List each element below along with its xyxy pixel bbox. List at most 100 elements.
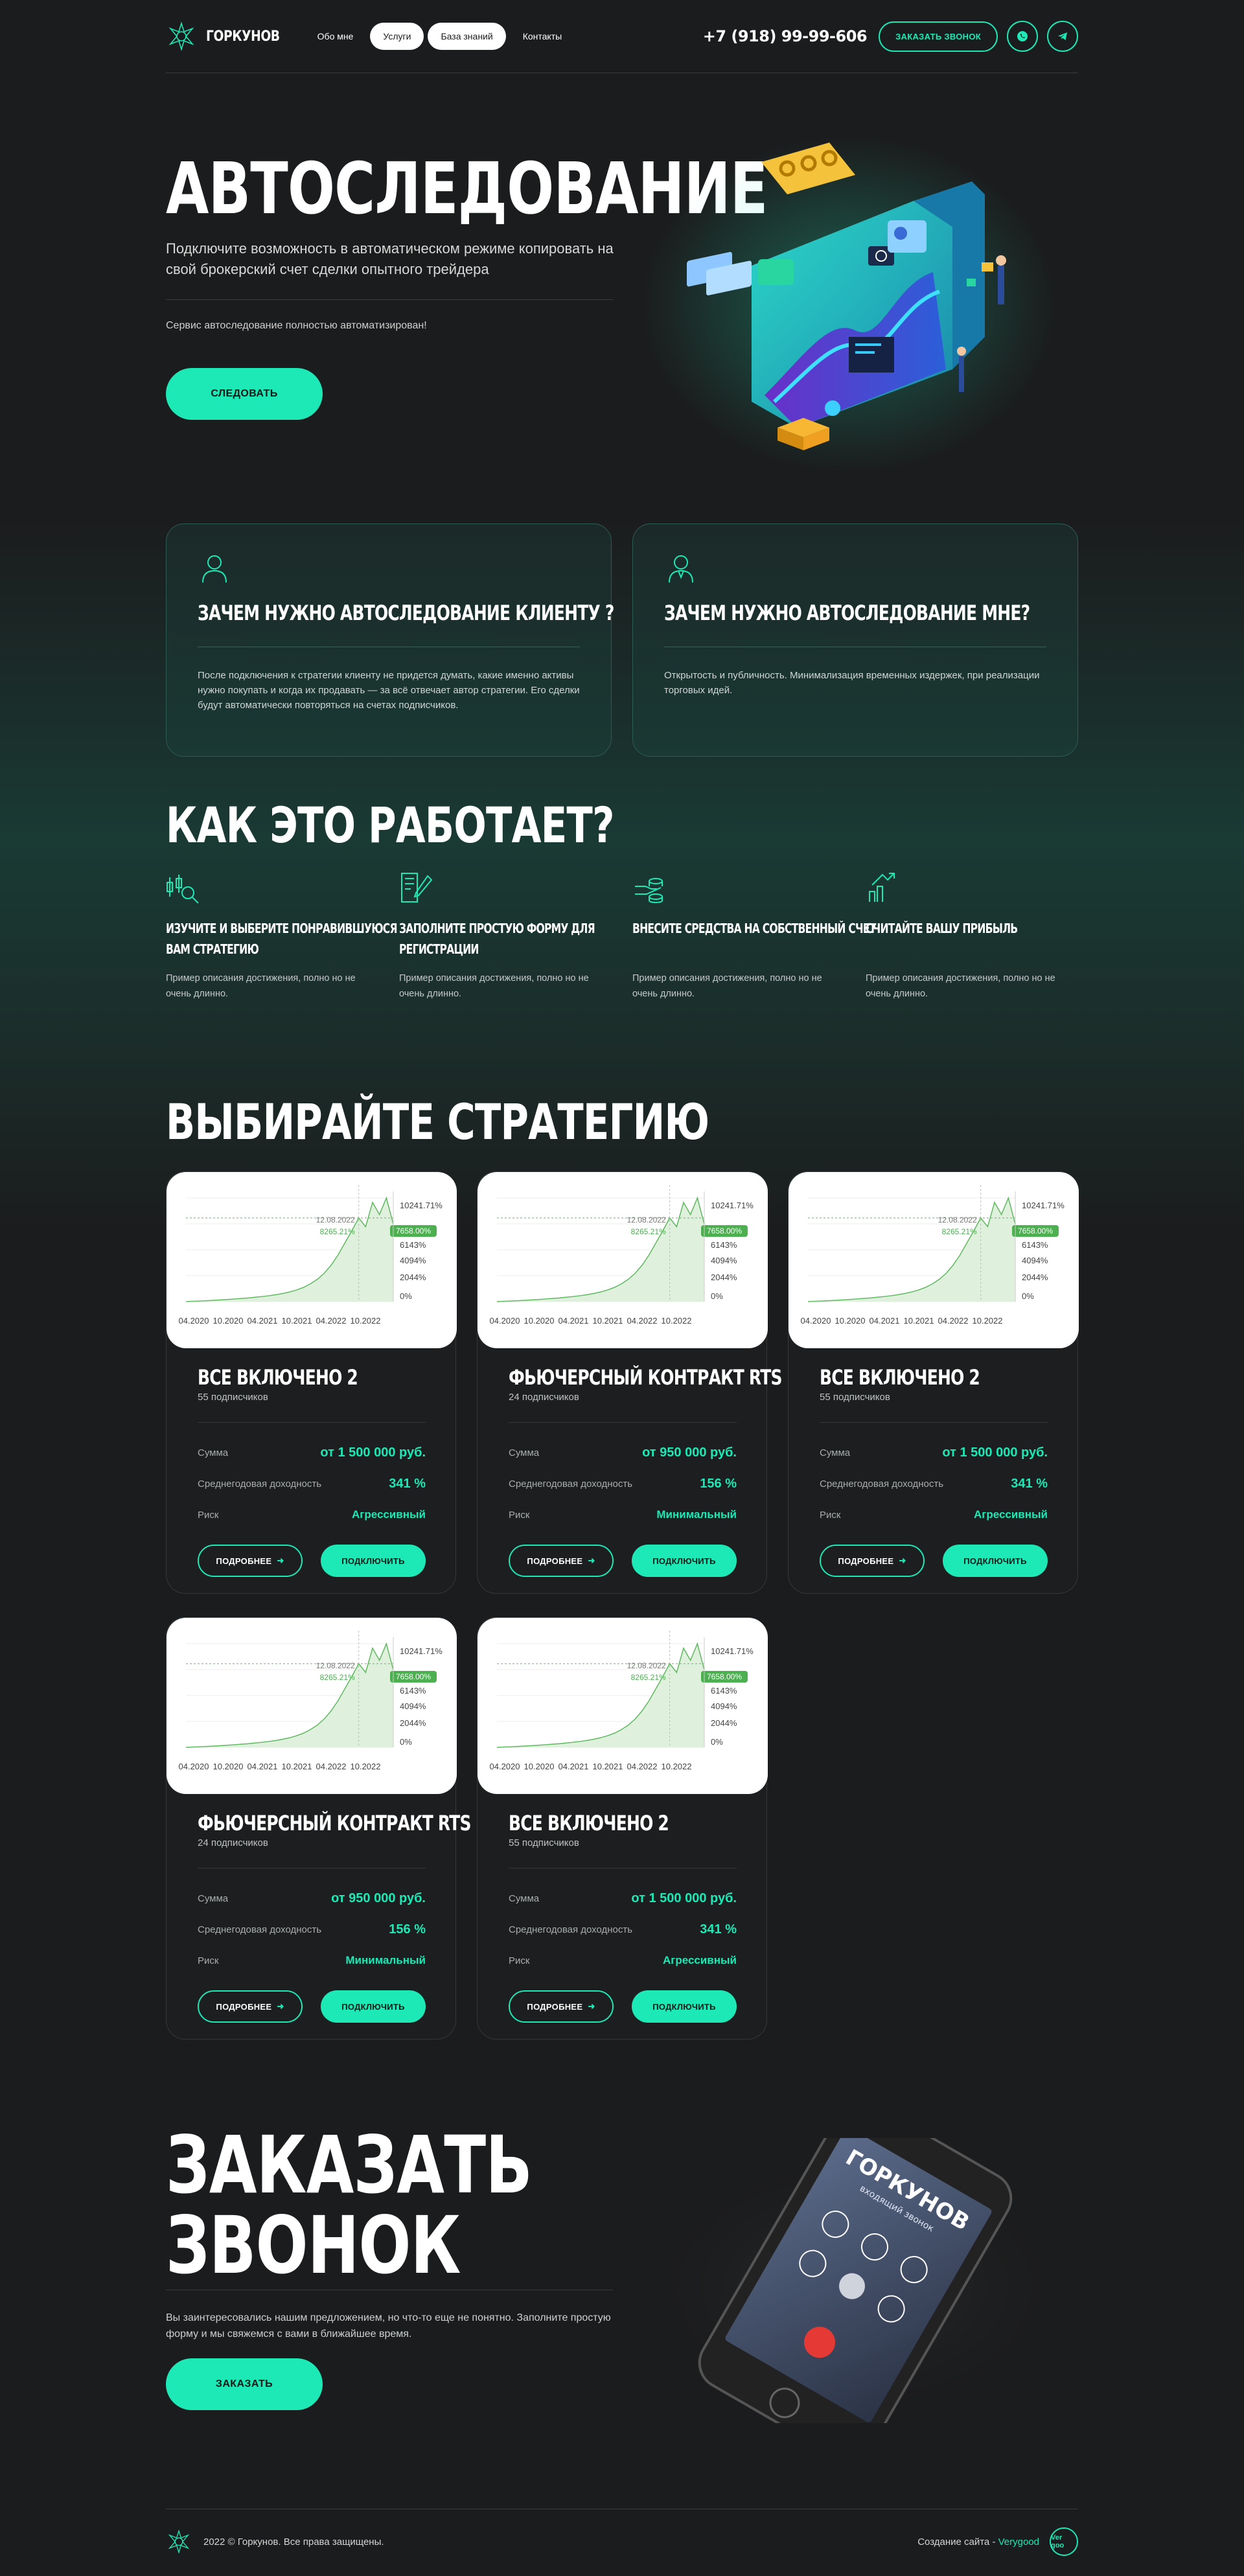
step-1-title-line-1: ИЗУЧИТЕ И ВЫБЕРИТЕ ПОНРАВИВШУЮСЯ — [166, 921, 397, 936]
nav-item-knowledge[interactable]: База знаний — [428, 23, 506, 50]
chart-y-tick-label: 4094% — [711, 1256, 737, 1265]
trader-icon — [669, 555, 693, 583]
more-button[interactable]: ПОДРОБНЕЕ ➜ — [820, 1545, 925, 1578]
nav-item-contacts[interactable]: Контакты — [510, 23, 575, 50]
yield-value: 341 % — [700, 1922, 737, 1937]
connect-button[interactable]: ПОДКЛЮЧИТЬ — [321, 1990, 426, 2023]
strategy-row-risk: Риск Агрессивный — [820, 1499, 1048, 1530]
hero-note: Сервис автоследование полностью автомати… — [166, 320, 427, 331]
strategy-row-sum: Сумма от 1 500 000 руб. — [820, 1437, 1048, 1468]
strategy-subscribers: 24 подписчиков — [509, 1392, 579, 1403]
strategy-row-risk: Риск Агрессивный — [198, 1499, 426, 1530]
step-2-text: Пример описания достижения, полно но не … — [399, 973, 589, 999]
more-button[interactable]: ПОДРОБНЕЕ ➜ — [198, 1545, 303, 1578]
strategy-chart: 12.08.2022 8265.21% 7658.00% 10241.71% 6143%… — [478, 1618, 768, 1794]
chart-x-tick-label: 10.2020 — [524, 1762, 555, 1771]
yield-value: 341 % — [1011, 1476, 1048, 1491]
chart-x-tick-label: 04.2021 — [559, 1762, 589, 1771]
step-1-title: ИЗУЧИТЕ И ВЫБЕРИТЕ ПОНРАВИВШУЮСЯ ВАМ СТРА… — [166, 918, 397, 960]
sum-value: от 950 000 руб. — [331, 1891, 426, 1905]
yield-label: Среднегодовая доходность — [509, 1924, 633, 1935]
more-button[interactable]: ПОДРОБНЕЕ ➜ — [509, 1545, 614, 1578]
nav-item-services[interactable]: Услуги — [370, 23, 424, 50]
strategy-divider — [198, 1422, 426, 1423]
chart-x-tick-label: 10.2022 — [662, 1762, 692, 1771]
chart-current-label: 7658.00% — [707, 1226, 742, 1236]
chart-x-tick-label: 10.2020 — [835, 1316, 866, 1326]
logo-text: ГОРКУНОВ — [206, 28, 280, 45]
chart-x-tick-label: 04.2020 — [490, 1316, 520, 1326]
chart-x-tick-label: 04.2020 — [179, 1762, 209, 1771]
whatsapp-icon[interactable] — [1007, 21, 1038, 52]
connect-button[interactable]: ПОДКЛЮЧИТЬ — [632, 1545, 737, 1578]
strategy-buttons: ПОДРОБНЕЕ ➜ ПОДКЛЮЧИТЬ — [509, 1545, 737, 1578]
chart-x-tick-label: 10.2022 — [351, 1316, 381, 1326]
strategy-chart: 12.08.2022 8265.21% 7658.00% 10241.71% 6143%… — [478, 1172, 768, 1348]
footer-made-by-label: Создание сайта - — [917, 2536, 996, 2547]
why-me-title: ЗАЧЕМ НУЖНО АВТОСЛЕДОВАНИЕ МНЕ? — [664, 601, 1030, 625]
connect-button[interactable]: ПОДКЛЮЧИТЬ — [632, 1990, 737, 2023]
whatsapp-glyph-icon — [1017, 31, 1028, 41]
footer-studio-link[interactable]: Verygood — [998, 2536, 1039, 2547]
strategy-chart-svg: 12.08.2022 8265.21% 7658.00% 10241.71% 6143%… — [490, 1185, 754, 1326]
sum-value: от 1 500 000 руб. — [942, 1445, 1048, 1460]
chart-x-tick-label: 10.2021 — [904, 1316, 934, 1326]
strategy-subscribers: 24 подписчиков — [198, 1837, 268, 1849]
yield-label: Среднегодовая доходность — [198, 1924, 322, 1935]
risk-value: Агрессивный — [973, 1508, 1048, 1521]
more-button[interactable]: ПОДРОБНЕЕ ➜ — [509, 1990, 614, 2023]
chart-x-tick-label: 10.2020 — [524, 1316, 555, 1326]
sum-label: Сумма — [820, 1447, 851, 1458]
site-footer: 2022 © Горкунов. Все права защищены. Соз… — [166, 2524, 1078, 2560]
strategy-chart: 12.08.2022 8265.21% 7658.00% 10241.71% 6143%… — [789, 1172, 1079, 1348]
more-button-label: ПОДРОБНЕЕ — [527, 2001, 583, 2012]
chart-y-tick-label: 10241.71% — [711, 1646, 754, 1656]
chart-current-label: 7658.00% — [1018, 1226, 1053, 1236]
verygood-badge-icon[interactable]: Ver goo — [1050, 2527, 1078, 2556]
footer-made-by: Создание сайта - Verygood — [917, 2536, 1039, 2547]
strategy-card-body: ВСЕ ВКЛЮЧЕНО 2 55 подписчиков Сумма от 1 … — [820, 1366, 1048, 1578]
logo[interactable]: ГОРКУНОВ — [166, 21, 293, 52]
yield-value: 341 % — [389, 1476, 426, 1491]
chart-y-tick-label: 6143% — [400, 1240, 426, 1250]
order-button[interactable]: ЗАКАЗАТЬ — [166, 2358, 323, 2410]
telegram-icon[interactable] — [1047, 21, 1078, 52]
step-1-text: Пример описания достижения, полно но не … — [166, 973, 356, 999]
yield-label: Среднегодовая доходность — [509, 1478, 633, 1489]
connect-button[interactable]: ПОДКЛЮЧИТЬ — [943, 1545, 1048, 1578]
chart-tooltip-value: 8265.21% — [942, 1227, 977, 1236]
chart-x-tick-label: 10.2020 — [213, 1316, 244, 1326]
more-button[interactable]: ПОДРОБНЕЕ ➜ — [198, 1990, 303, 2023]
chart-x-tick-label: 04.2021 — [248, 1762, 278, 1771]
step-4-title: СЧИТАЙТЕ ВАШУ ПРИБЫЛЬ — [866, 918, 1032, 939]
chart-y-tick-label: 4094% — [400, 1256, 426, 1265]
strategy-chart-svg: 12.08.2022 8265.21% 7658.00% 10241.71% 6143%… — [179, 1185, 443, 1326]
strategies-title: ВЫБИРАЙТЕ СТРАТЕГИЮ — [166, 1093, 709, 1151]
chart-tooltip-value: 8265.21% — [320, 1227, 355, 1236]
more-button-label: ПОДРОБНЕЕ — [216, 1556, 272, 1566]
header-phone[interactable]: +7 (918) 99-99-606 — [703, 27, 868, 45]
strategy-card: 12.08.2022 8265.21% 7658.00% 10241.71% 6143%… — [788, 1171, 1079, 1594]
hero-isometric-illustration — [641, 136, 1056, 473]
chart-y-tick-label: 2044% — [711, 1718, 737, 1728]
chart-tooltip-date: 12.08.2022 — [316, 1661, 355, 1670]
strategy-chart: 12.08.2022 8265.21% 7658.00% 10241.71% 6143%… — [167, 1618, 457, 1794]
strategy-title: ФЬЮЧЕРСНЫЙ КОНТРАКТ RTS — [198, 1811, 471, 1835]
form-pen-icon — [401, 873, 433, 903]
more-button-label: ПОДРОБНЕЕ — [527, 1556, 583, 1566]
step-4-title-line-1: СЧИТАЙТЕ ВАШУ ПРИБЫЛЬ — [866, 921, 1018, 936]
follow-button[interactable]: СЛЕДОВАТЬ — [166, 368, 323, 420]
risk-label: Риск — [198, 1955, 219, 1966]
how-title: КАК ЭТО РАБОТАЕТ? — [166, 796, 614, 854]
hero-subtitle: Подключите возможность в автоматическом … — [166, 240, 614, 277]
chart-x-tick-label: 04.2022 — [627, 1762, 658, 1771]
strategy-chart: 12.08.2022 8265.21% 7658.00% 10241.71% 6143%… — [167, 1172, 457, 1348]
site-header: ГОРКУНОВ Обо мне Услуги База знаний Конт… — [166, 17, 1078, 56]
growth-arrow-icon — [869, 873, 895, 902]
step-3-title: ВНЕСИТЕ СРЕДСТВА НА СОБСТВЕННЫЙ СЧЕТ — [632, 918, 876, 939]
telegram-glyph-icon — [1058, 32, 1067, 40]
order-call-button[interactable]: ЗАКАЗАТЬ ЗВОНОК — [879, 21, 998, 52]
nav-item-about[interactable]: Обо мне — [305, 23, 367, 50]
connect-button[interactable]: ПОДКЛЮЧИТЬ — [321, 1545, 426, 1578]
strategy-chart-svg: 12.08.2022 8265.21% 7658.00% 10241.71% 6143%… — [490, 1631, 754, 1771]
